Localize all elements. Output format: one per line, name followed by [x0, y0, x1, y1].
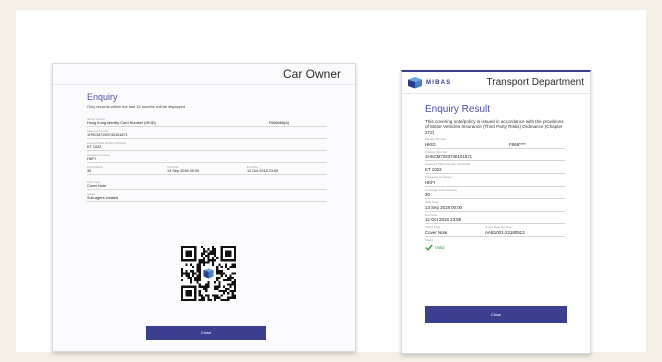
period-field: Period (Days) 30 — [87, 166, 167, 174]
transport-title: Transport Department — [486, 77, 584, 88]
transport-body: Enquiry Result This covering note/policy… — [425, 104, 565, 251]
tr-cover-note-field: Cover Note Number AAB1001-22180913 — [485, 226, 545, 236]
tr-period-value: 30 — [425, 192, 430, 198]
tr-start-date-value: 13 Sep 2018 00:00 — [425, 204, 463, 210]
check-icon — [425, 244, 433, 251]
tr-chassis-field: Chassis Number 1HSCM7263740101871 — [425, 150, 565, 162]
tr-identity-number: F666**** — [509, 141, 526, 147]
enquiry-heading: Enquiry — [87, 92, 118, 102]
tr-identity-value: HKID — [425, 141, 436, 147]
tr-status-field: Status Valid — [425, 237, 565, 251]
period-value: 30 — [87, 169, 92, 173]
tr-plate-field: Licensed Plate Number (Optional) KT 1022 — [425, 163, 565, 174]
plate-value: KT 1022 — [87, 145, 102, 149]
policy-type-value: Cover Note — [87, 184, 107, 188]
insurer-field[interactable]: Insurance Company HKFI — [87, 154, 327, 163]
period-row: Period (Days) 30 Start Date 13 Sep 2018 … — [87, 166, 327, 175]
document-value: 1HSCM7263740101871 — [87, 133, 128, 137]
issued-field: Issued Sub-agent created — [87, 193, 327, 202]
tr-start-date-field: Start Date 13 Sep 2018 00:00 — [425, 201, 565, 212]
document-field[interactable]: Document Number 1HSCM7263740101871 — [87, 130, 327, 139]
policy-type-field: Policy Type Cover Note — [87, 181, 327, 190]
plate-field[interactable]: Licensed Plate Number (Optional) KT 1022 — [87, 142, 327, 151]
transport-close-button[interactable]: Close — [425, 306, 567, 323]
tr-cover-note-value: AAB1001-22180913 — [485, 229, 525, 235]
car-owner-title: Car Owner — [282, 67, 341, 81]
end-date-field: End Date 12 Oct 2018 23:59 — [247, 166, 327, 174]
car-owner-close-button[interactable]: Close — [146, 326, 266, 340]
identity-number-value: F666666(A) — [268, 121, 289, 125]
mibas-logo-text: MIBAS — [426, 79, 452, 86]
tr-status-value: Valid — [435, 244, 445, 250]
tr-insurer-field: Insurance Company HKFI — [425, 175, 565, 187]
tr-insurer-value: HKFI — [425, 179, 436, 185]
tr-status: Valid — [425, 244, 565, 251]
ordinance-note: This covering note/policy is issued in a… — [425, 119, 564, 135]
tr-policy-type-value: Cover Note — [425, 229, 448, 235]
qr-logo-icon — [201, 266, 216, 281]
enquiry-subtitle: Only records within the last 12 months w… — [87, 104, 186, 109]
tr-end-date-field: End Date 12 Oct 2018 23:59 — [425, 213, 565, 225]
car-owner-header: Car Owner — [53, 64, 355, 85]
tr-identity-field: Identity Number HKID F666**** — [425, 138, 565, 149]
car-owner-panel: Car Owner Enquiry Only records within th… — [52, 63, 356, 352]
tr-policy-type-field: Policy Type Cover Note — [425, 226, 485, 236]
identity-value: Hong Kong Identity Card Number (HKID) — [87, 121, 156, 125]
tr-end-date-value: 12 Oct 2018 23:59 — [425, 217, 462, 223]
mibas-logo: MIBAS — [407, 76, 451, 89]
qr-code — [181, 246, 236, 301]
car-owner-body: Enquiry Only records within the last 12 … — [87, 92, 327, 202]
issued-value: Sub-agent created — [87, 196, 119, 200]
identity-field[interactable]: Identity Number Hong Kong Identity Card … — [87, 118, 327, 127]
mibas-logo-icon — [408, 77, 422, 89]
transport-panel: MIBAS Transport Department Enquiry Resul… — [401, 70, 591, 354]
tr-status-label: Status — [425, 237, 434, 242]
transport-header: MIBAS Transport Department — [402, 72, 590, 94]
start-date-value: 13 Sep 2018 00:00 — [167, 169, 200, 173]
tr-policy-row: Policy Type Cover Note Cover Note Number… — [425, 226, 565, 237]
tr-chassis-value: 1HSCM7263740101871 — [425, 154, 473, 160]
tr-plate-value: KT 1022 — [425, 167, 442, 172]
tr-period-field: Coverage Period (Days) 30 — [425, 188, 565, 200]
insurer-value: HKFI — [87, 157, 96, 161]
start-date-field: Start Date 13 Sep 2018 00:00 — [167, 166, 247, 174]
end-date-value: 12 Oct 2018 23:59 — [247, 169, 279, 173]
enquiry-result-heading: Enquiry Result — [425, 104, 491, 115]
